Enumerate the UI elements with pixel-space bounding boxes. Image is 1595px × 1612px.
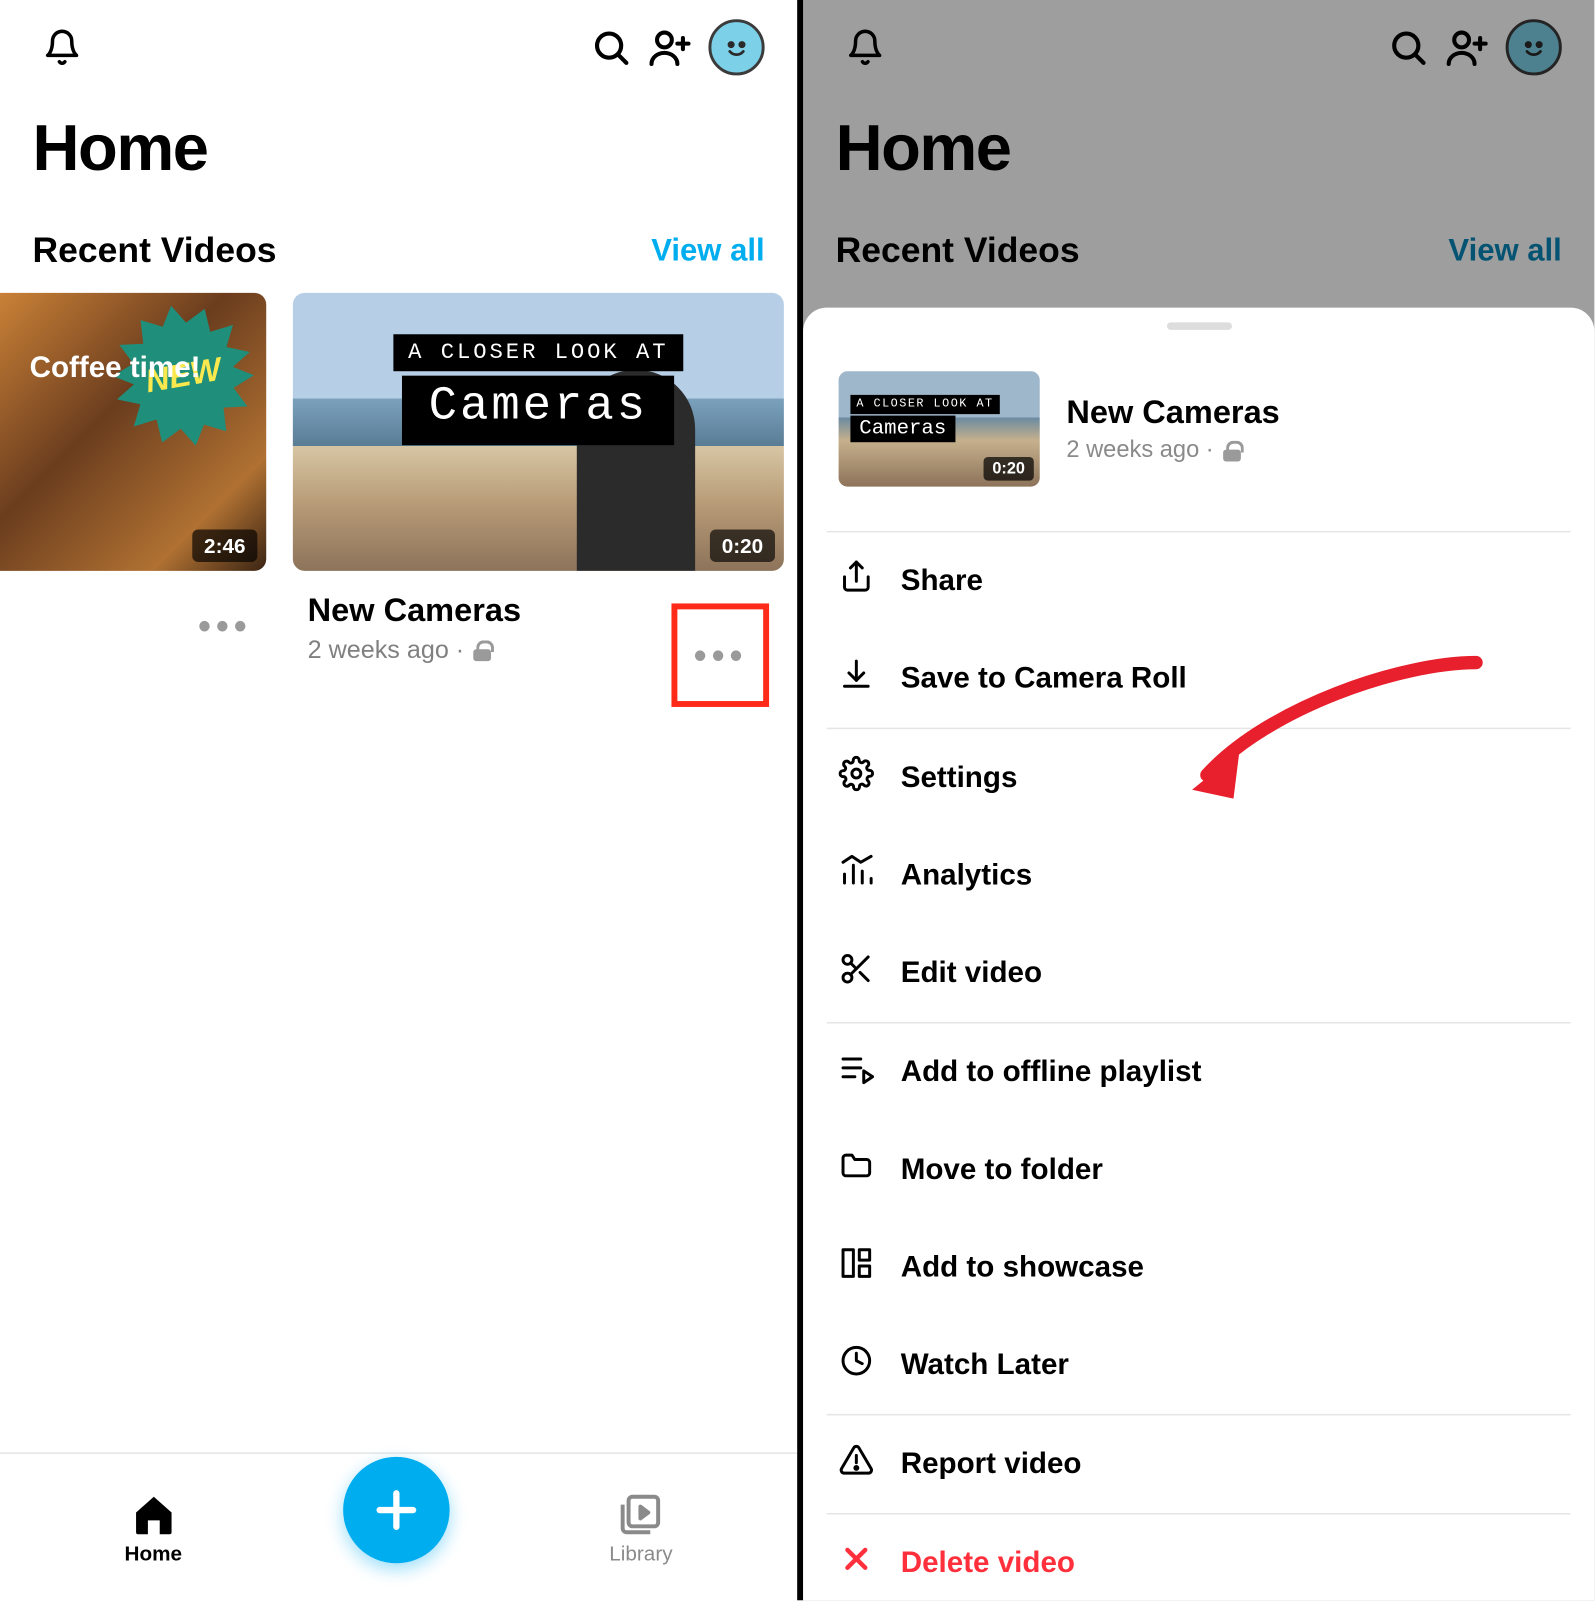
section-header: Recent Videos View all [0,192,797,293]
avatar[interactable] [708,19,764,75]
menu-item-label: Analytics [901,859,1033,893]
menu-item-label: Edit video [901,956,1042,990]
sheet-subtitle: 2 weeks ago · [1066,438,1279,465]
add-button[interactable] [342,1456,448,1562]
scissors-icon [839,951,874,995]
duration-badge: 2:46 [192,529,257,562]
menu-item-label: Delete video [901,1546,1075,1580]
more-options-button[interactable]: ••• [693,632,747,678]
chart-icon [839,853,874,897]
showcase-icon [839,1245,874,1289]
overlay-text: A CLOSER LOOK AT [393,334,683,371]
video-thumbnail[interactable]: NEW Coffee time! 2:46 [0,293,266,571]
overlay-title: Coffee time! [30,352,201,386]
share-icon [839,559,874,603]
search-icon[interactable] [581,18,640,77]
nav-library[interactable]: Library [609,1490,672,1564]
phone-screen-sheet: Home Recent Videos View all A CLOSER LOO… [797,0,1594,1600]
sheet-header: A CLOSER LOOK AT Cameras 0:20 New Camera… [803,330,1594,522]
top-bar [0,0,797,95]
menu-item-analytics[interactable]: Analytics [803,827,1594,925]
video-thumbnail[interactable]: A CLOSER LOOK AT Cameras 0:20 [293,293,784,571]
lock-icon [473,640,491,661]
menu-item-add-to-showcase[interactable]: Add to showcase [803,1219,1594,1317]
menu-item-label: Share [901,564,983,598]
section-heading: Recent Videos [33,231,277,272]
sheet-grabber[interactable] [1166,322,1231,329]
video-subtitle: 2 weeks ago · [308,636,521,666]
menu-item-label: Add to showcase [901,1250,1144,1284]
menu-item-edit-video[interactable]: Edit video [803,924,1594,1022]
sheet-thumbnail: A CLOSER LOOK AT Cameras 0:20 [839,371,1040,486]
folder-icon [839,1148,874,1192]
add-user-icon[interactable] [640,18,699,77]
bottom-nav: Home Library [0,1452,797,1600]
clock-icon [839,1343,874,1387]
menu-item-label: Add to offline playlist [901,1055,1202,1089]
x-icon [839,1541,874,1585]
page-title: Home [0,95,797,193]
video-title: New Cameras [308,592,521,630]
more-options-button[interactable]: ••• [198,592,252,650]
lock-icon [1223,441,1241,462]
menu-item-delete-video[interactable]: Delete video [803,1514,1594,1612]
download-icon [839,657,874,701]
overlay-text: Cameras [402,376,675,446]
menu-item-settings[interactable]: Settings [803,729,1594,827]
warn-icon [839,1442,874,1486]
menu-item-label: Report video [901,1447,1082,1481]
menu-item-move-to-folder[interactable]: Move to folder [803,1121,1594,1219]
video-cards-row: NEW Coffee time! 2:46 ! ••• A CLOSER LOO… [0,293,797,737]
phone-screen-home: Home Recent Videos View all NEW Coffee t… [0,0,797,1600]
menu-item-watch-later[interactable]: Watch Later [803,1316,1594,1414]
playlist-icon [839,1050,874,1094]
action-sheet: A CLOSER LOOK AT Cameras 0:20 New Camera… [803,308,1594,1601]
menu-item-label: Settings [901,761,1018,795]
gear-icon [839,756,874,800]
menu-item-report-video[interactable]: Report video [803,1415,1594,1513]
duration-badge: 0:20 [710,529,775,562]
video-card[interactable]: A CLOSER LOOK AT Cameras 0:20 New Camera… [293,293,784,737]
view-all-link[interactable]: View all [651,234,764,269]
menu-item-share[interactable]: Share [803,532,1594,630]
sheet-title: New Cameras [1066,393,1279,431]
menu-item-save-to-camera-roll[interactable]: Save to Camera Roll [803,630,1594,728]
sheet-menu: Share Save to Camera Roll Settings Analytic… [803,531,1594,1612]
video-card[interactable]: NEW Coffee time! 2:46 ! ••• [0,293,266,737]
highlight-annotation: ••• [671,603,769,707]
menu-item-label: Move to folder [901,1153,1103,1187]
menu-item-label: Save to Camera Roll [901,662,1187,696]
menu-item-add-to-offline-playlist[interactable]: Add to offline playlist [803,1023,1594,1121]
nav-home[interactable]: Home [125,1490,183,1564]
menu-item-label: Watch Later [901,1348,1069,1382]
bell-icon[interactable] [33,18,92,77]
